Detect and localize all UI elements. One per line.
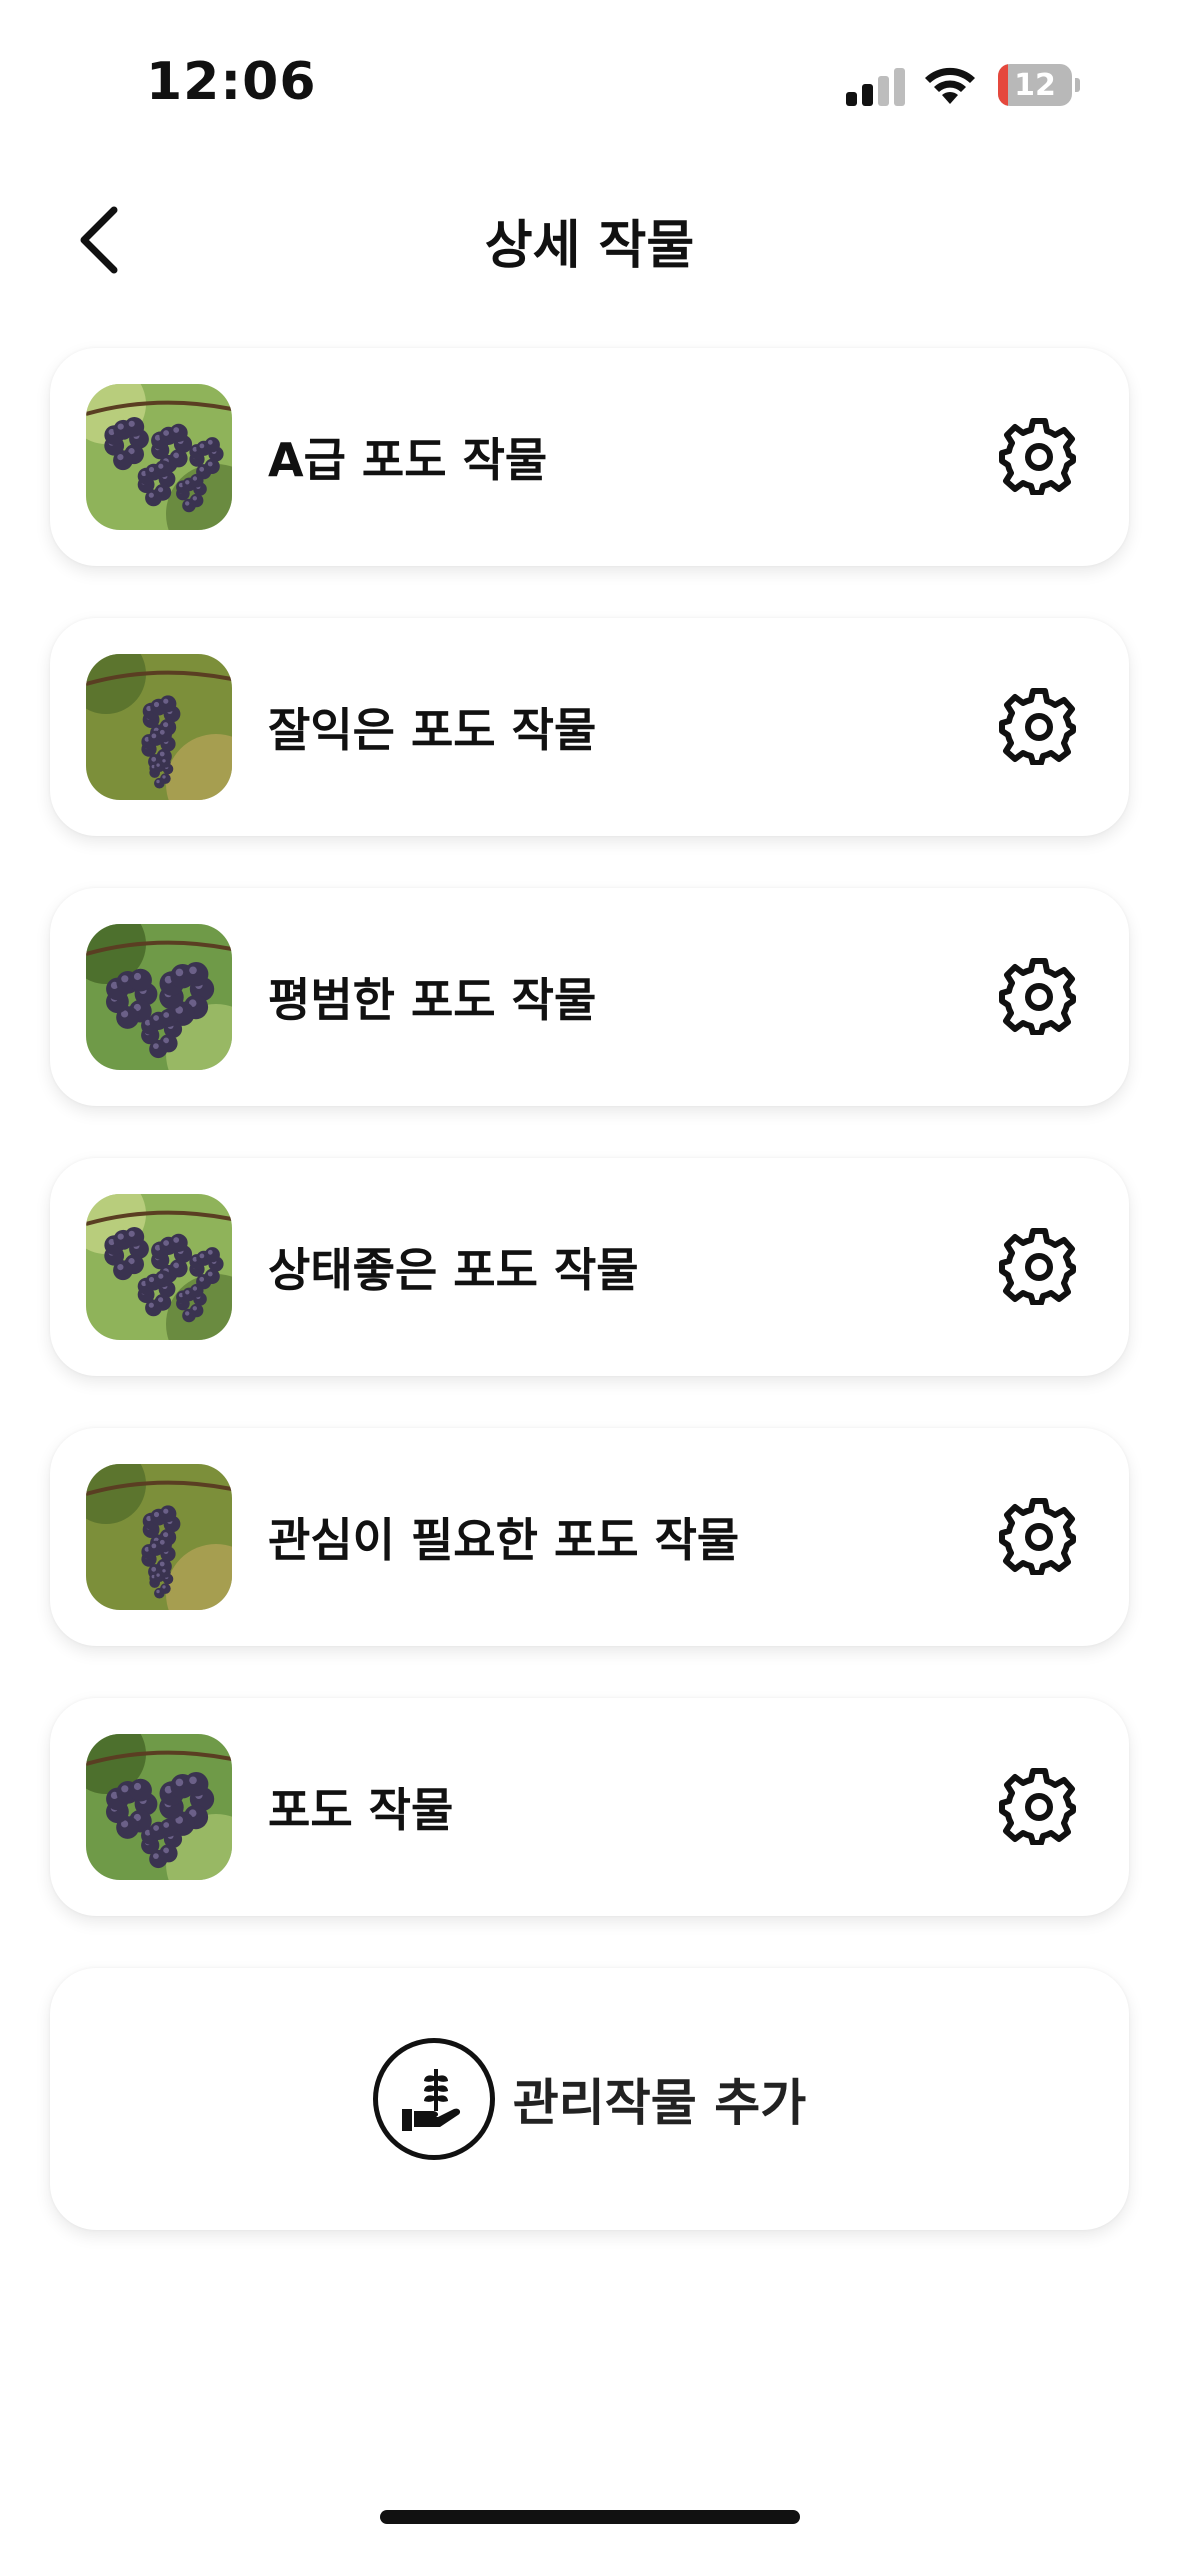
chevron-left-icon bbox=[80, 206, 118, 274]
gear-icon bbox=[999, 955, 1079, 1039]
crop-settings-button[interactable] bbox=[979, 667, 1099, 787]
crop-name: A급 포도 작물 bbox=[268, 433, 548, 487]
crop-list: A급 포도 작물 잘익은 포도 작물 평범한 포도 작물 상태좋은 포도 작물 … bbox=[50, 348, 1129, 1968]
crop-settings-button[interactable] bbox=[979, 1747, 1099, 1867]
wifi-icon bbox=[922, 62, 978, 106]
crop-name: 잘익은 포도 작물 bbox=[268, 703, 597, 757]
screen: 12:06 12 상세 작물 A급 포도 작물 잘익은 포도 작물 평범한 포도… bbox=[0, 0, 1179, 2556]
battery-icon: 12 bbox=[998, 64, 1080, 106]
crop-name: 포도 작물 bbox=[268, 1783, 454, 1837]
gear-icon bbox=[999, 1225, 1079, 1309]
crop-card[interactable]: 잘익은 포도 작물 bbox=[50, 618, 1129, 836]
gear-icon bbox=[999, 685, 1079, 769]
crop-thumbnail bbox=[86, 654, 232, 800]
crop-card[interactable]: A급 포도 작물 bbox=[50, 348, 1129, 566]
status-bar: 12:06 12 bbox=[0, 0, 1179, 160]
plant-in-hand-icon bbox=[372, 2038, 495, 2160]
status-time: 12:06 bbox=[146, 52, 317, 112]
gear-icon bbox=[999, 1765, 1079, 1849]
home-indicator[interactable] bbox=[380, 2510, 800, 2524]
crop-name: 평범한 포도 작물 bbox=[268, 973, 597, 1027]
gear-icon bbox=[999, 1495, 1079, 1579]
crop-card[interactable]: 상태좋은 포도 작물 bbox=[50, 1158, 1129, 1376]
crop-card[interactable]: 관심이 필요한 포도 작물 bbox=[50, 1428, 1129, 1646]
add-crop-label: 관리작물 추가 bbox=[512, 2074, 807, 2132]
add-crop-button[interactable]: 관리작물 추가 bbox=[50, 1968, 1129, 2230]
crop-name: 상태좋은 포도 작물 bbox=[268, 1243, 639, 1297]
gear-icon bbox=[999, 415, 1079, 499]
crop-thumbnail bbox=[86, 1464, 232, 1610]
crop-card[interactable]: 평범한 포도 작물 bbox=[50, 888, 1129, 1106]
crop-name: 관심이 필요한 포도 작물 bbox=[268, 1513, 740, 1567]
crop-settings-button[interactable] bbox=[979, 937, 1099, 1057]
crop-thumbnail bbox=[86, 924, 232, 1070]
cellular-signal-icon bbox=[846, 66, 906, 106]
crop-card[interactable]: 포도 작물 bbox=[50, 1698, 1129, 1916]
crop-thumbnail bbox=[86, 1194, 232, 1340]
battery-level: 12 bbox=[1014, 67, 1056, 103]
back-button[interactable] bbox=[62, 200, 142, 280]
page-title: 상세 작물 bbox=[484, 215, 695, 276]
crop-settings-button[interactable] bbox=[979, 397, 1099, 517]
header: 상세 작물 bbox=[0, 170, 1179, 310]
crop-thumbnail bbox=[86, 384, 232, 530]
crop-thumbnail bbox=[86, 1734, 232, 1880]
crop-settings-button[interactable] bbox=[979, 1477, 1099, 1597]
crop-settings-button[interactable] bbox=[979, 1207, 1099, 1327]
